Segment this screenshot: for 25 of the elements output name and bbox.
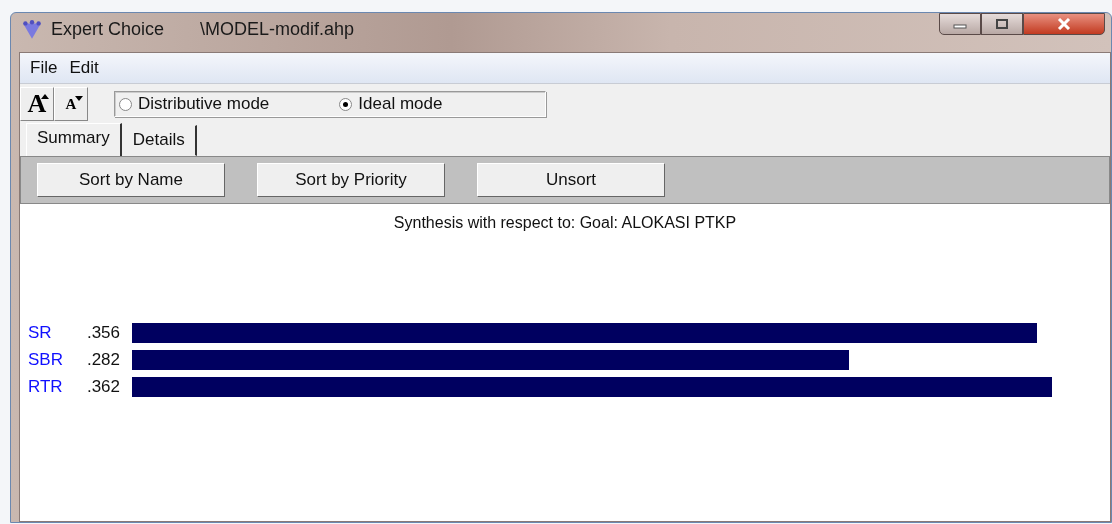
sort-button[interactable]: Sort by Name: [37, 163, 225, 197]
priority-value: .282: [85, 350, 120, 370]
sort-button[interactable]: Sort by Priority: [257, 163, 445, 197]
minimize-button[interactable]: [939, 13, 981, 35]
radio-button[interactable]: [119, 97, 132, 111]
radio-label[interactable]: Distributive mode: [138, 94, 270, 114]
item-name: SBR: [28, 350, 64, 370]
window-title: Expert Choice: [51, 19, 165, 40]
radio-label[interactable]: Ideal mode: [358, 94, 443, 114]
decrease-font-button[interactable]: A: [54, 87, 88, 121]
increase-font-button[interactable]: A: [20, 87, 54, 121]
menu-item[interactable]: File: [24, 58, 64, 78]
menu-item[interactable]: Edit: [63, 58, 105, 78]
sort-button[interactable]: Unsort: [477, 163, 665, 197]
maximize-button[interactable]: [981, 13, 1023, 35]
item-name: RTR: [28, 377, 64, 397]
priority-value: .362: [85, 377, 120, 397]
tab[interactable]: Summary: [26, 123, 122, 156]
file-name: \MODEL-modif.ahp: [200, 19, 355, 40]
radio-button[interactable]: [339, 97, 353, 111]
synthesis-title: Synthesis with respect to: Goal: ALOKASI PTKP: [392, 214, 738, 232]
priority-value: .356: [85, 323, 120, 343]
item-name: SR: [28, 323, 53, 343]
close-button[interactable]: [1023, 13, 1105, 35]
app-icon: [21, 18, 43, 41]
